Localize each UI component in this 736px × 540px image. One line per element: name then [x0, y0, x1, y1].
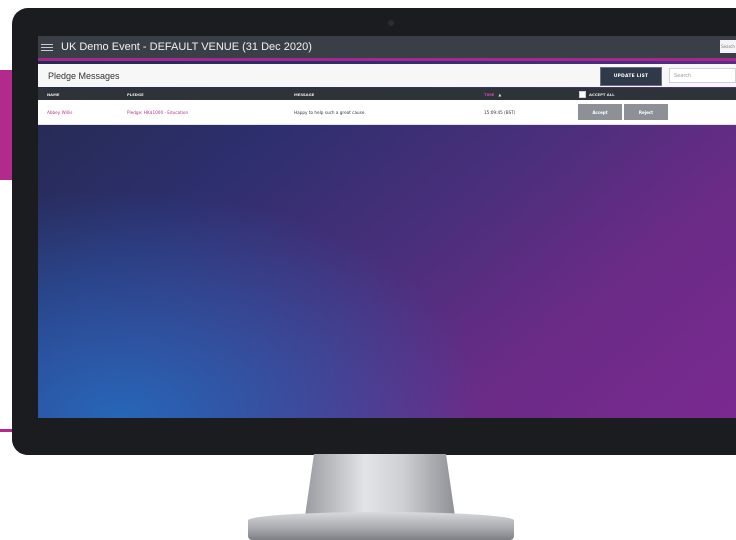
- update-list-button[interactable]: UPDATE LIST: [600, 67, 662, 86]
- monitor-stand-neck: [305, 454, 455, 516]
- column-time-label: TIME: [484, 92, 495, 97]
- monitor-chin: [12, 420, 736, 455]
- accent-stripe: [38, 58, 736, 61]
- column-accept-all: ACCEPT ALL: [589, 92, 615, 97]
- reject-button[interactable]: Reject: [624, 104, 668, 120]
- sort-arrow-icon: ▲: [498, 92, 502, 97]
- row-time: 15:09:45 (BST): [484, 110, 516, 115]
- page-title: Pledge Messages: [48, 70, 120, 81]
- column-pledge[interactable]: PLEDGE: [127, 92, 144, 97]
- accept-all-checkbox[interactable]: [579, 91, 586, 98]
- header-search-input[interactable]: Search: [720, 40, 736, 53]
- row-message: Happy to help such a great cause.: [294, 110, 366, 115]
- table-header: NAME PLEDGE MESSAGE TIME ▲ ACCEPT ALL: [38, 88, 736, 100]
- row-name-link[interactable]: Abbey Willis: [47, 110, 72, 115]
- table-row: Abbey Willis Pledge: HK$1000 - Education…: [38, 100, 736, 125]
- column-name[interactable]: NAME: [47, 92, 60, 97]
- column-time[interactable]: TIME ▲: [484, 92, 501, 97]
- camera-icon: [388, 20, 394, 26]
- panel-header: Pledge Messages UPDATE LIST Search: [38, 64, 736, 87]
- search-input[interactable]: Search: [669, 68, 736, 83]
- app-header: UK Demo Event - DEFAULT VENUE (31 Dec 20…: [38, 36, 736, 58]
- row-pledge-link[interactable]: Pledge: HK$1000 - Education: [127, 110, 188, 115]
- accept-button[interactable]: Accept: [578, 104, 622, 120]
- column-message[interactable]: MESSAGE: [294, 92, 314, 97]
- event-title: UK Demo Event - DEFAULT VENUE (31 Dec 20…: [61, 41, 312, 53]
- monitor-stand-base: [248, 512, 514, 540]
- hamburger-icon[interactable]: [41, 43, 53, 51]
- monitor-screen: UK Demo Event - DEFAULT VENUE (31 Dec 20…: [38, 36, 736, 418]
